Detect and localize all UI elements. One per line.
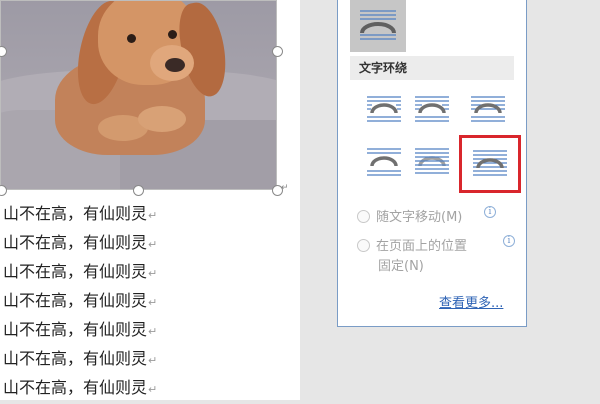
paragraph-mark-icon: ↵ [148,383,158,396]
resize-handle-bottom-middle[interactable] [133,185,144,196]
document-page: ↵ 山不在高，有仙则灵↵ 山不在高，有仙则灵↵ 山不在高，有仙则灵↵ 山不在高，… [0,0,300,400]
paragraph-mark-icon: ↵ [148,267,158,280]
move-with-text-option[interactable]: 随文字移动(M) [357,206,462,225]
text-line: 山不在高，有仙则灵↵ [3,349,158,368]
paragraph-mark-icon: ↵ [148,238,158,251]
resize-handle-bottom-left[interactable] [0,185,7,196]
see-more-link[interactable]: 查看更多... [439,292,503,311]
fix-position-on-page-option[interactable]: 在页面上的位置 [357,235,467,254]
text-line: 山不在高，有仙则灵↵ [3,204,158,223]
fix-position-on-page-label-line2: 固定(N) [378,259,424,274]
text-line: 山不在高，有仙则灵↵ [3,262,158,281]
wrap-top-bottom-icon [367,148,401,176]
dog-nose [165,58,185,72]
wrap-behind-text-icon [415,148,449,174]
inline-with-text-icon [360,10,396,40]
wrap-in-front-of-text-icon [473,150,507,176]
paragraph-mark-icon: ↵ [148,325,158,338]
wrap-inline-with-text-option[interactable] [350,0,406,52]
paragraph-mark-icon: ↵ [148,354,158,367]
wrap-behind-text-option[interactable] [406,140,458,184]
dog-paw-right [138,106,186,132]
wrap-tight-option[interactable] [406,88,458,132]
document-text[interactable]: 山不在高，有仙则灵↵ 山不在高，有仙则灵↵ 山不在高，有仙则灵↵ 山不在高，有仙… [3,201,157,404]
radio-icon [357,210,370,223]
wrap-top-and-bottom-option[interactable] [358,140,410,184]
resize-handle-top-right[interactable] [272,46,283,57]
paragraph-mark-icon: ↵ [148,209,158,222]
info-icon[interactable]: i [503,235,515,247]
wrap-through-icon [471,96,505,122]
text-line: 山不在高，有仙则灵↵ [3,233,158,252]
wrap-in-front-of-text-option[interactable] [459,135,521,193]
paragraph-mark-icon: ↵ [148,296,158,309]
text-line: 山不在高，有仙则灵↵ [3,291,158,310]
dog-photo[interactable] [0,0,277,190]
dog-eye-right [168,30,177,39]
wrap-square-icon [367,96,401,122]
radio-icon [357,239,370,252]
paragraph-mark-icon: ↵ [281,183,289,193]
text-wrapping-section-title: 文字环绕 [350,56,514,80]
text-line: 山不在高，有仙则灵↵ [3,320,158,339]
info-icon[interactable]: i [484,206,496,218]
dog-eye-left [127,34,136,43]
wrap-tight-icon [415,96,449,122]
wrap-through-option[interactable] [462,88,514,132]
layout-options-panel: 文字环绕 随文字移动(M) i 在页面上的位置 固定(N) i 查看更多... [337,0,527,327]
wrap-square-option[interactable] [358,88,410,132]
